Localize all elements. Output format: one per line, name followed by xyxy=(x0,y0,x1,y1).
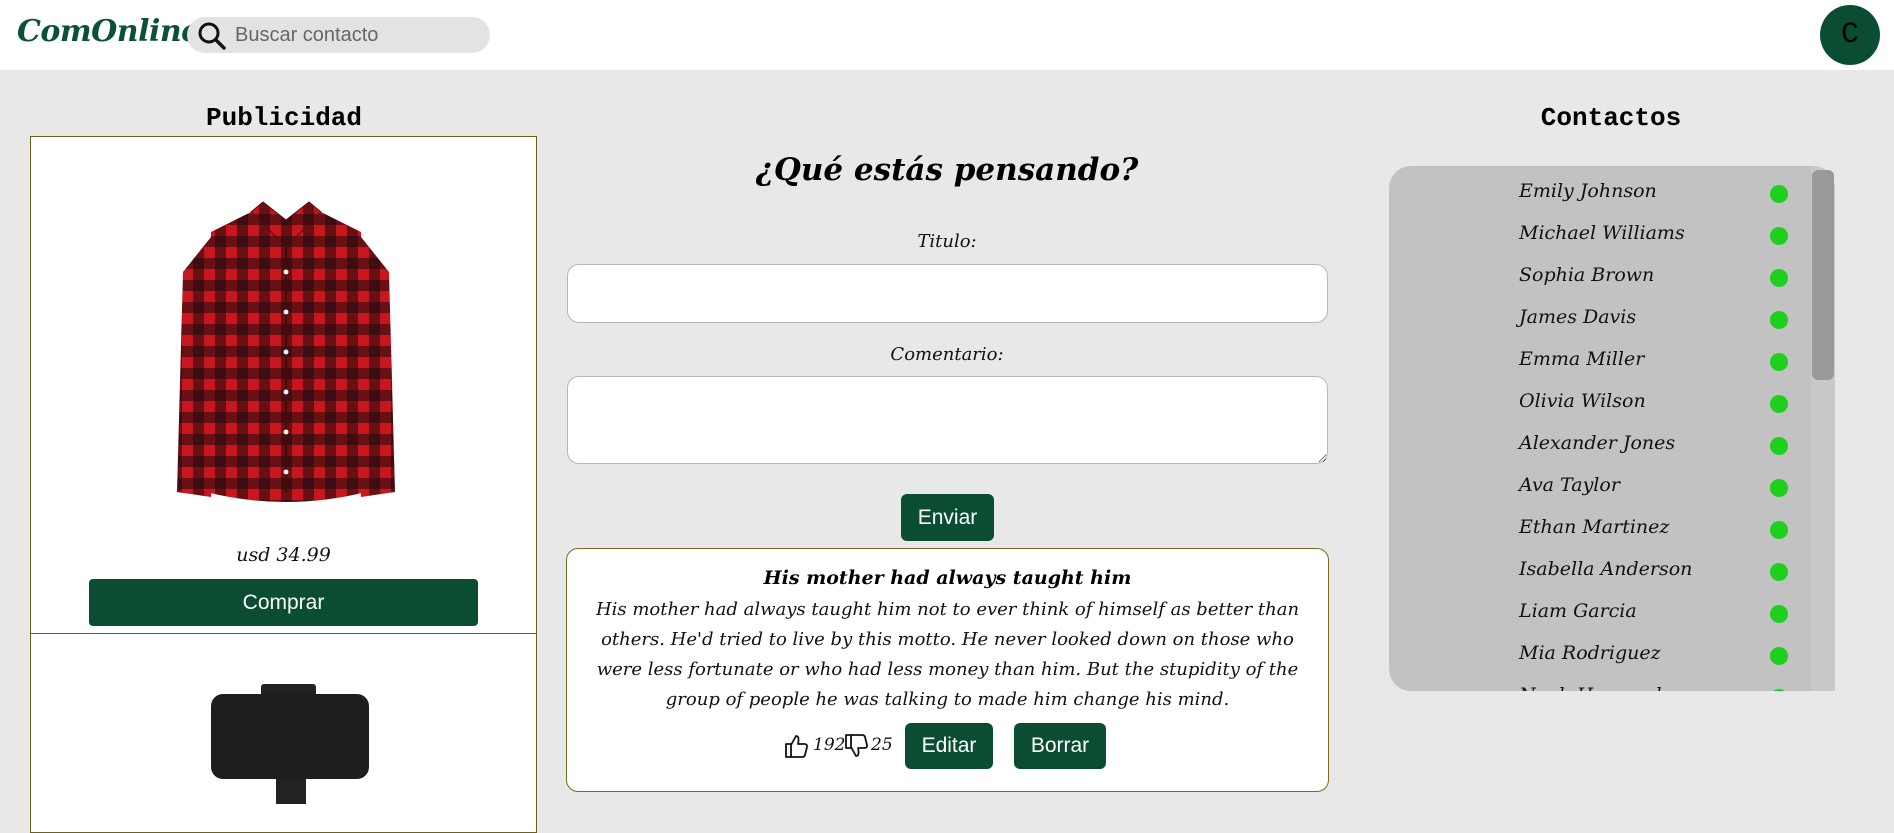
buy-button[interactable]: Comprar xyxy=(89,579,478,626)
online-status-icon xyxy=(1770,185,1788,203)
likes-count: 192 xyxy=(813,735,846,755)
online-status-icon xyxy=(1770,395,1788,413)
contact-item[interactable]: Emma Miller xyxy=(1519,342,1789,384)
contact-item[interactable]: Mia Rodriguez xyxy=(1519,636,1789,678)
online-status-icon xyxy=(1770,647,1788,665)
online-status-icon xyxy=(1770,269,1788,287)
contact-item[interactable]: Alexander Jones xyxy=(1519,426,1789,468)
title-input[interactable] xyxy=(567,264,1328,323)
contact-name: Mia Rodriguez xyxy=(1519,642,1661,664)
online-status-icon xyxy=(1770,353,1788,371)
contact-name: Sophia Brown xyxy=(1519,264,1655,286)
contact-name: Liam Garcia xyxy=(1519,600,1637,622)
search-input[interactable] xyxy=(235,21,480,49)
contacts-scrollbar-thumb[interactable] xyxy=(1812,170,1834,380)
contact-item[interactable]: Isabella Anderson xyxy=(1519,552,1789,594)
contact-name: Alexander Jones xyxy=(1519,432,1676,454)
post-form-title: ¿Qué estás pensando? xyxy=(755,152,1139,188)
plaid-shirt-image xyxy=(177,201,395,502)
edit-button[interactable]: Editar xyxy=(905,723,993,769)
contacts-list[interactable]: Emily Johnson Michael Williams Sophia Brow… xyxy=(1389,166,1835,691)
contact-name: Emily Johnson xyxy=(1519,180,1657,202)
contact-item[interactable]: Michael Williams xyxy=(1519,216,1789,258)
avatar[interactable]: C xyxy=(1820,5,1880,65)
online-status-icon xyxy=(1770,689,1788,691)
thumbs-down-icon[interactable] xyxy=(843,733,869,759)
title-label: Titulo: xyxy=(917,231,977,252)
top-bar: ComOnline C xyxy=(0,0,1894,70)
comment-textarea[interactable] xyxy=(567,376,1328,464)
contact-item[interactable]: Olivia Wilson xyxy=(1519,384,1789,426)
post-title: His mother had always taught him xyxy=(763,567,1132,589)
online-status-icon xyxy=(1770,227,1788,245)
online-status-icon xyxy=(1770,479,1788,497)
ads-title: Publicidad xyxy=(205,103,363,133)
contact-item[interactable]: Noah Hernandez xyxy=(1519,678,1789,691)
post-actions: 192 25 Editar Borrar xyxy=(567,723,1328,769)
dislikes-count: 25 xyxy=(871,735,893,755)
search-box[interactable] xyxy=(187,17,490,53)
contacts-title: Contactos xyxy=(1540,103,1682,133)
phone-holder-image xyxy=(211,684,369,804)
logo[interactable]: ComOnline xyxy=(17,14,200,49)
post-body: His mother had always taught him not to … xyxy=(595,599,1300,710)
online-status-icon xyxy=(1770,605,1788,623)
contact-item[interactable]: Sophia Brown xyxy=(1519,258,1789,300)
ad-card xyxy=(30,633,537,833)
online-status-icon xyxy=(1770,437,1788,455)
search-icon[interactable] xyxy=(197,21,227,51)
ad-card: usd 34.99 Comprar xyxy=(30,136,537,634)
comment-label: Comentario: xyxy=(890,344,1004,365)
send-button[interactable]: Enviar xyxy=(901,494,994,541)
contact-name: Ava Taylor xyxy=(1519,474,1620,496)
contact-item[interactable]: Liam Garcia xyxy=(1519,594,1789,636)
contact-item[interactable]: Ethan Martinez xyxy=(1519,510,1789,552)
online-status-icon xyxy=(1770,521,1788,539)
contact-item[interactable]: Ava Taylor xyxy=(1519,468,1789,510)
thumbs-up-icon[interactable] xyxy=(783,733,809,759)
contact-name: Ethan Martinez xyxy=(1519,516,1670,538)
contact-item[interactable]: James Davis xyxy=(1519,300,1789,342)
delete-button[interactable]: Borrar xyxy=(1014,723,1106,769)
online-status-icon xyxy=(1770,563,1788,581)
contact-item[interactable]: Emily Johnson xyxy=(1519,174,1789,216)
contact-name: James Davis xyxy=(1519,306,1637,328)
contact-name: Michael Williams xyxy=(1519,222,1685,244)
contact-name: Emma Miller xyxy=(1519,348,1645,370)
online-status-icon xyxy=(1770,311,1788,329)
ad-price: usd 34.99 xyxy=(236,544,331,566)
post-card: His mother had always taught him His mot… xyxy=(566,548,1329,792)
contact-name: Olivia Wilson xyxy=(1519,390,1646,412)
contact-name: Noah Hernandez xyxy=(1519,684,1683,691)
contact-name: Isabella Anderson xyxy=(1519,558,1693,580)
